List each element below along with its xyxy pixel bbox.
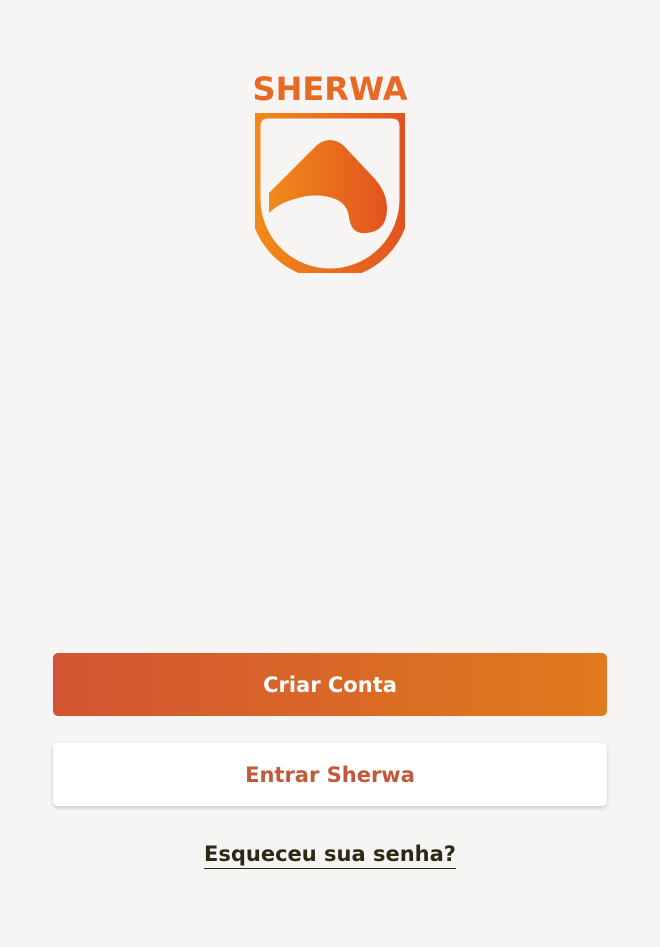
mountain-shield-icon — [255, 113, 405, 273]
brand-wordmark: SHERWA — [252, 70, 408, 108]
create-account-button[interactable]: Criar Conta — [53, 653, 607, 716]
forgot-password-container: Esqueceu sua senha? — [0, 842, 660, 869]
login-button[interactable]: Entrar Sherwa — [53, 743, 607, 806]
app-logo: SHERWA — [250, 70, 410, 280]
forgot-password-link[interactable]: Esqueceu sua senha? — [204, 842, 456, 869]
